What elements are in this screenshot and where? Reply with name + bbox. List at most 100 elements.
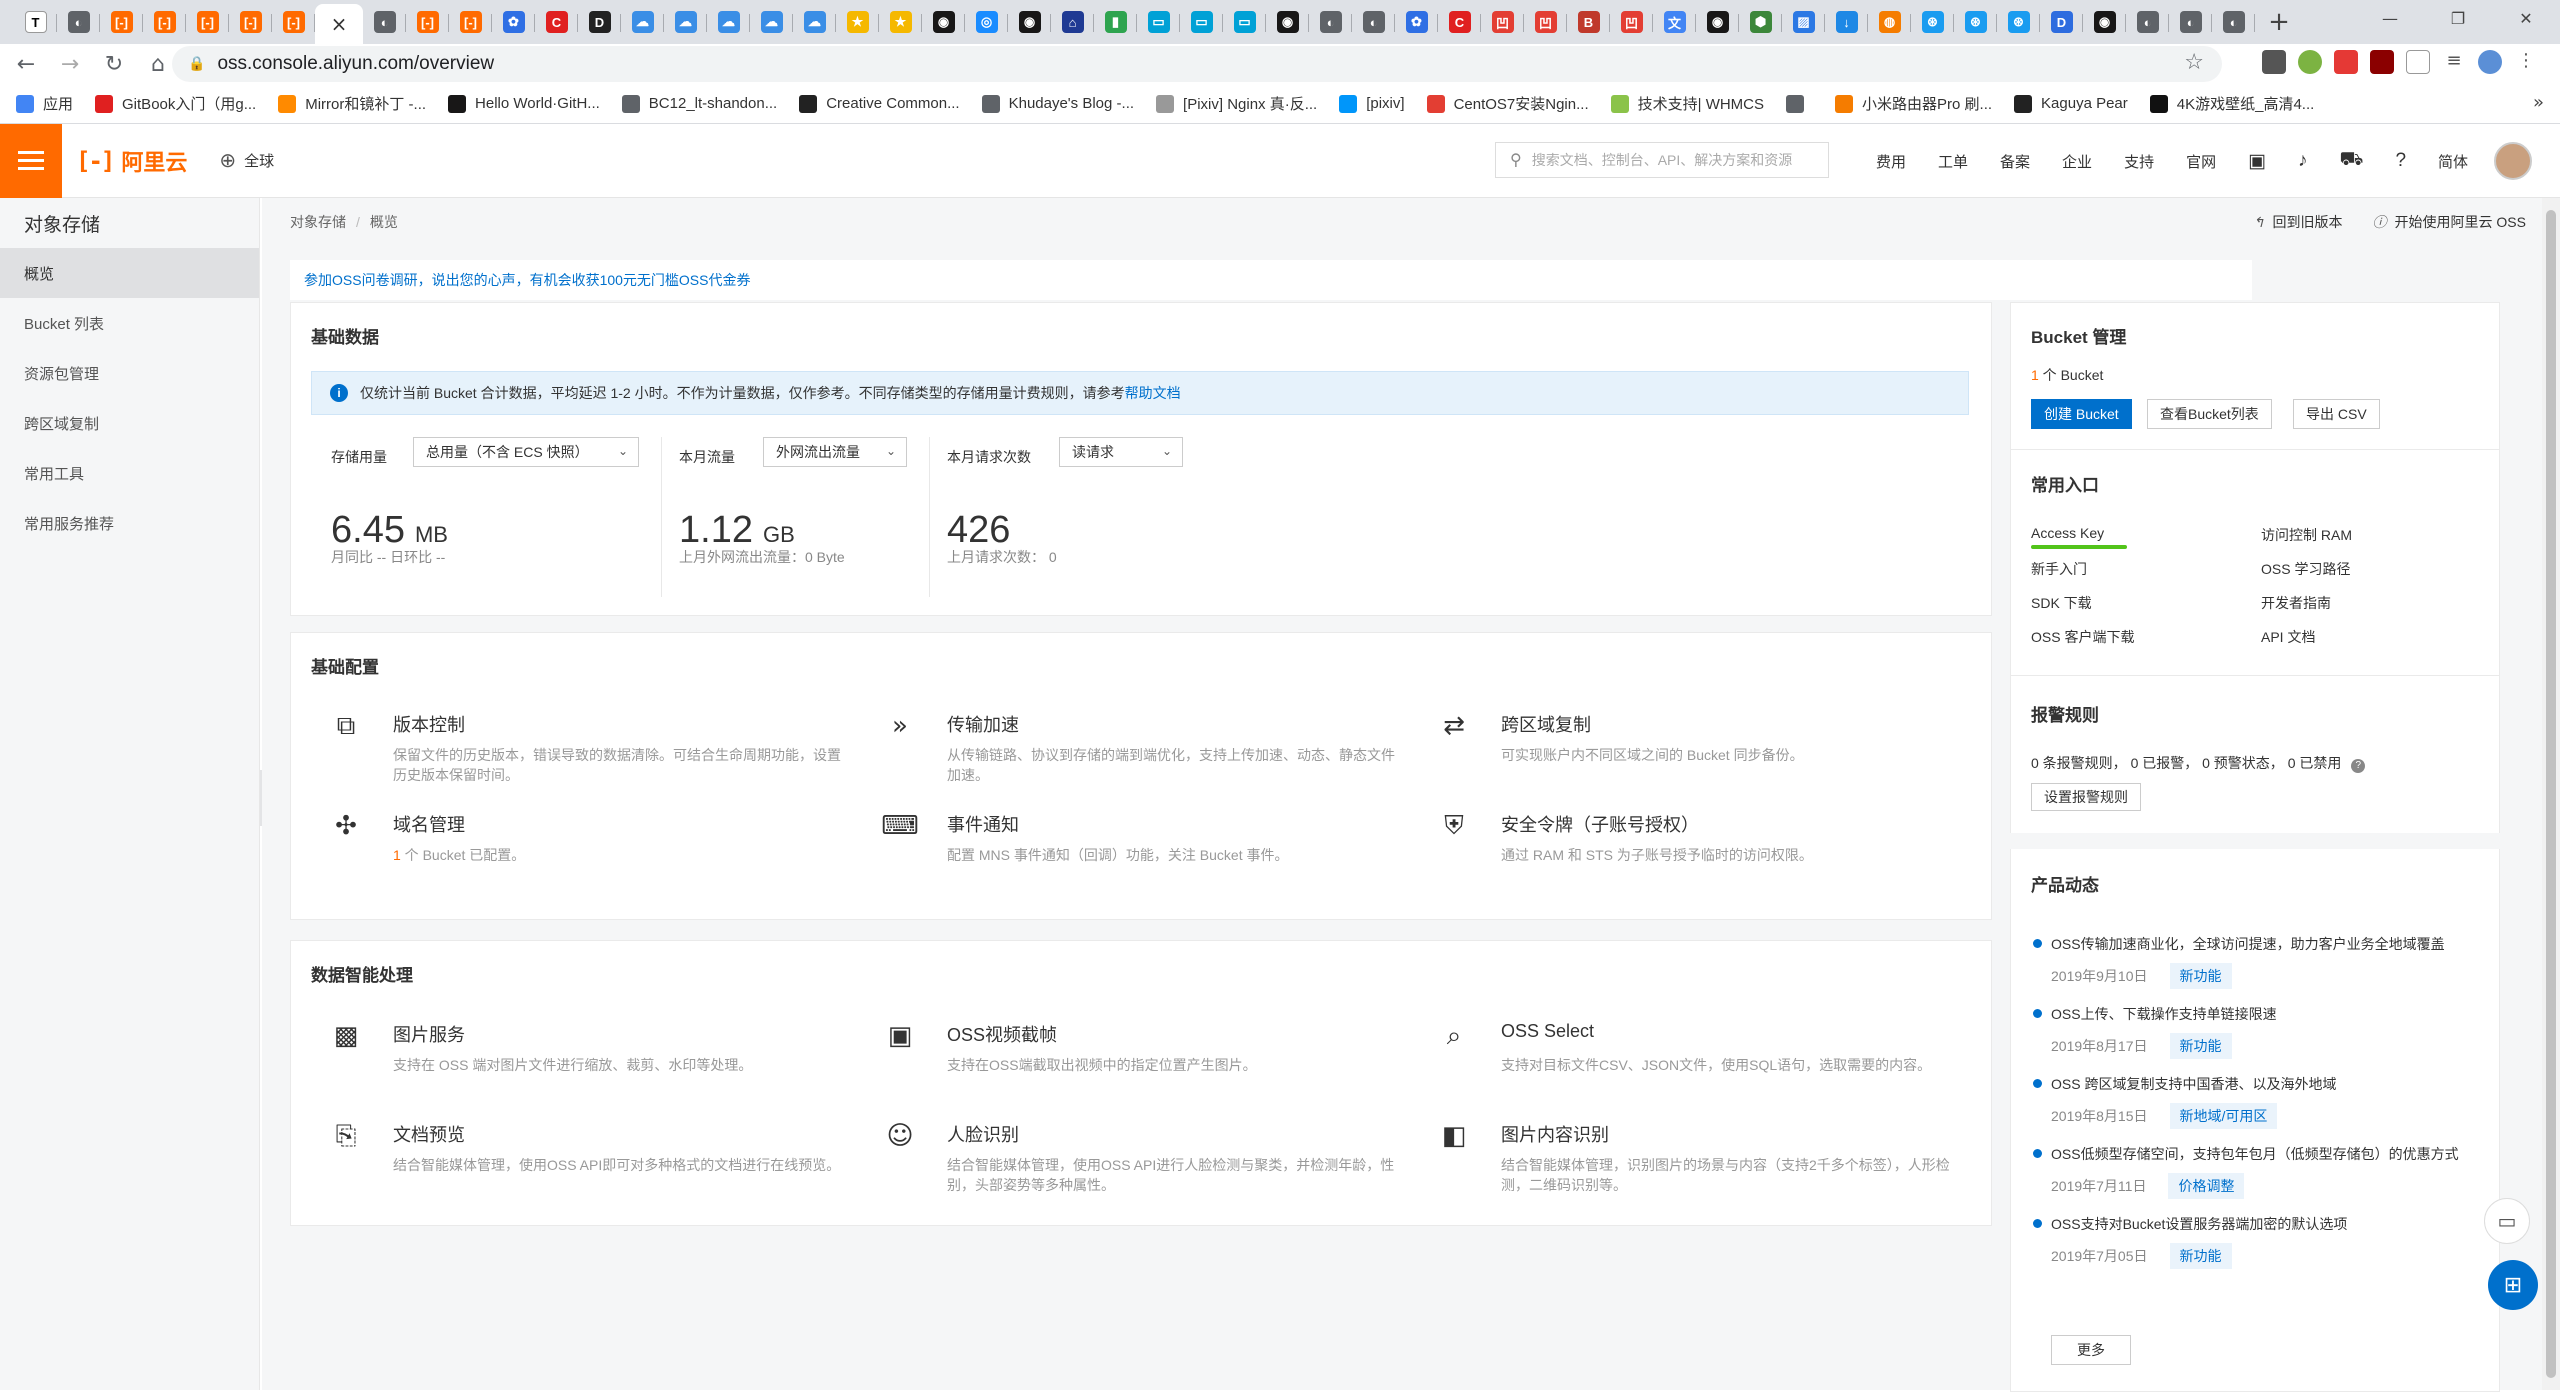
feature-item[interactable]: ⌕ OSS Select 支持对目标文件CSV、JSON文件，使用SQL语句，选取需… (1439, 1021, 1969, 1101)
browser-tab[interactable]: ☁ (621, 3, 664, 41)
news-title[interactable]: OSS上传、下载操作支持单链接限速 (2051, 1003, 2471, 1025)
sdk-download-link[interactable]: SDK 下载 (2031, 593, 2092, 613)
sidebar-item-resource-packages[interactable]: 资源包管理 (0, 348, 259, 398)
aliyun-logo[interactable]: [-] 阿里云 (76, 145, 187, 177)
beginner-guide-link[interactable]: 新手入门 (2031, 559, 2087, 579)
bookmark-item[interactable]: [pixiv] (1339, 94, 1405, 113)
browser-tab[interactable]: [-] (143, 3, 186, 41)
browser-tab[interactable]: D (2040, 3, 2083, 41)
news-item[interactable]: OSS传输加速商业化，全球访问提速，助力客户业务全地域覆盖 2019年9月10日 新… (2033, 933, 2471, 989)
nav-support[interactable]: 支持 (2124, 151, 2154, 172)
cart-icon[interactable]: ⛟ (2340, 149, 2364, 173)
news-item[interactable]: OSS支持对Bucket设置服务器端加密的默认选项 2019年7月05日 新功能 (2033, 1213, 2471, 1269)
browser-tab[interactable]: ▭ (1137, 3, 1180, 41)
feature-item[interactable]: ⛨ 安全令牌（子账号授权） 通过 RAM 和 STS 为子账号授予临时的访问权限。 (1439, 811, 1969, 891)
feature-title[interactable]: 事件通知 (947, 811, 1019, 837)
browser-tab[interactable]: ◉ (1266, 3, 1309, 41)
feature-title[interactable]: 图片内容识别 (1501, 1121, 1609, 1147)
browser-tab[interactable]: [-] (186, 3, 229, 41)
storage-type-select[interactable]: 总用量（不含 ECS 快照） ⌄ (413, 437, 639, 467)
view-bucket-list-button[interactable]: 查看Bucket列表 (2147, 399, 2272, 429)
browser-tab[interactable]: T (14, 3, 57, 41)
feature-item[interactable]: ☺ 人脸识别 结合智能媒体管理，使用OSS API进行人脸检测与聚类，并检测年龄，性… (885, 1121, 1415, 1201)
news-item[interactable]: OSS 跨区域复制支持中国香港、以及海外地域 2019年8月15日 新地域/可用区 (2033, 1073, 2471, 1129)
browser-tab[interactable]: ◉ (922, 3, 965, 41)
news-title[interactable]: OSS 跨区域复制支持中国香港、以及海外地域 (2051, 1073, 2471, 1095)
news-title[interactable]: OSS支持对Bucket设置服务器端加密的默认选项 (2051, 1213, 2471, 1235)
restore-icon[interactable]: ❐ (2424, 0, 2492, 36)
news-item[interactable]: OSS上传、下载操作支持单链接限速 2019年8月17日 新功能 (2033, 1003, 2471, 1059)
breadcrumb-oss[interactable]: 对象存储 (290, 214, 346, 230)
client-download-link[interactable]: OSS 客户端下载 (2031, 627, 2134, 647)
sidebar-item-cross-region[interactable]: 跨区域复制 (0, 398, 259, 448)
browser-tab[interactable]: C (1438, 3, 1481, 41)
bookmarks-overflow-icon[interactable]: » (2533, 92, 2544, 113)
feature-title[interactable]: OSS视频截帧 (947, 1021, 1057, 1047)
nav-official-site[interactable]: 官网 (2186, 151, 2216, 172)
bookmark-item[interactable] (1786, 94, 1813, 113)
browser-tab[interactable]: 凹 (1610, 3, 1653, 41)
browser-tab[interactable]: ☁ (793, 3, 836, 41)
extension-icon[interactable] (2406, 50, 2430, 74)
feature-title[interactable]: 图片服务 (393, 1021, 465, 1047)
browser-tab[interactable]: ◐ (2212, 3, 2255, 41)
browser-tab[interactable]: ◎ (965, 3, 1008, 41)
user-avatar[interactable] (2494, 142, 2533, 180)
bookmark-item[interactable]: 4K游戏壁纸_高清4... (2149, 93, 2314, 114)
browser-tab[interactable]: ↓ (1825, 3, 1868, 41)
sidebar-item-bucket-list[interactable]: Bucket 列表 (0, 298, 259, 348)
minimize-icon[interactable]: — (2356, 0, 2424, 36)
sidebar-item-tools[interactable]: 常用工具 (0, 448, 259, 498)
help-icon[interactable]: ? (2395, 150, 2406, 172)
browser-tab[interactable]: ★ (836, 3, 879, 41)
feature-item[interactable]: ▣ OSS视频截帧 支持在OSS端截取出视频中的指定位置产生图片。 (885, 1021, 1415, 1101)
feature-title[interactable]: 跨区域复制 (1501, 711, 1591, 737)
browser-tab[interactable]: ◐ (2169, 3, 2212, 41)
extension-icon[interactable] (2334, 50, 2358, 74)
bookmark-item[interactable]: 小米路由器Pro 刷... (1835, 93, 1992, 114)
feature-title[interactable]: OSS Select (1501, 1021, 1594, 1042)
reload-icon[interactable]: ↻ (96, 46, 132, 82)
extension-icon[interactable] (2298, 50, 2322, 74)
bookmark-item[interactable]: BC12_lt-shandon... (621, 94, 777, 113)
browser-tab[interactable]: [-] (229, 3, 272, 41)
browser-tab[interactable]: ⌂ (1051, 3, 1094, 41)
browser-tab[interactable]: ◐ (1352, 3, 1395, 41)
survey-notice-link[interactable]: 参加OSS问卷调研，说出您的心声，有机会收获100元无门槛OSS代金券 (290, 260, 2252, 300)
browser-tab[interactable]: D (578, 3, 621, 41)
browser-tab[interactable]: 凹 (1481, 3, 1524, 41)
extension-icon[interactable] (2262, 50, 2286, 74)
browser-tab[interactable]: ✿ (1395, 3, 1438, 41)
bookmark-item[interactable]: Khudaye's Blog -... (981, 94, 1134, 113)
nav-tickets[interactable]: 工单 (1938, 151, 1968, 172)
browser-tab[interactable]: B (1567, 3, 1610, 41)
browser-tab[interactable]: ☁ (664, 3, 707, 41)
chat-feedback-icon[interactable]: ▭ (2484, 1198, 2530, 1244)
browser-tab[interactable]: [-] (272, 3, 315, 41)
sidebar-item-recommended[interactable]: 常用服务推荐 (0, 498, 259, 548)
learning-path-link[interactable]: OSS 学习路径 (2261, 559, 2350, 579)
create-bucket-button[interactable]: 创建 Bucket (2031, 399, 2132, 429)
nav-icp[interactable]: 备案 (2000, 151, 2030, 172)
browser-tab[interactable]: 文 (1653, 3, 1696, 41)
menu-kebab-icon[interactable]: ⋮ (2514, 50, 2538, 74)
bookmark-item[interactable]: Creative Common... (799, 94, 960, 113)
browser-tab[interactable]: ▭ (1223, 3, 1266, 41)
bookmark-item[interactable]: GitBook入门（用g... (95, 93, 256, 114)
feature-item[interactable]: ▩ 图片服务 支持在 OSS 端对图片文件进行缩放、裁剪、水印等处理。 (331, 1021, 861, 1101)
browser-tab[interactable]: ★ (879, 3, 922, 41)
address-bar[interactable]: 🔒 oss.console.aliyun.com/overview ☆ (172, 46, 2222, 82)
browser-tab[interactable]: ⊛ (1954, 3, 1997, 41)
feature-title[interactable]: 版本控制 (393, 711, 465, 737)
home-icon[interactable]: ⌂ (140, 46, 176, 82)
browser-tab[interactable]: ◐ (2126, 3, 2169, 41)
browser-tab[interactable]: ◉ (1008, 3, 1051, 41)
feature-item[interactable]: ⧉ 版本控制 保留文件的历史版本，错误导致的数据清除。可结合生命周期功能，设置历史版… (331, 711, 861, 791)
request-type-select[interactable]: 读请求 ⌄ (1059, 437, 1183, 467)
feature-title[interactable]: 文档预览 (393, 1121, 465, 1147)
feature-item[interactable]: ⎘ 文档预览 结合智能媒体管理，使用OSS API即可对多种格式的文档进行在线预览。 (331, 1121, 861, 1201)
access-key-link[interactable]: Access Key (2031, 525, 2104, 541)
bookmark-item[interactable]: CentOS7安装Ngin... (1426, 93, 1589, 114)
developer-guide-link[interactable]: 开发者指南 (2261, 593, 2331, 613)
new-tab-button[interactable]: + (2259, 3, 2299, 41)
